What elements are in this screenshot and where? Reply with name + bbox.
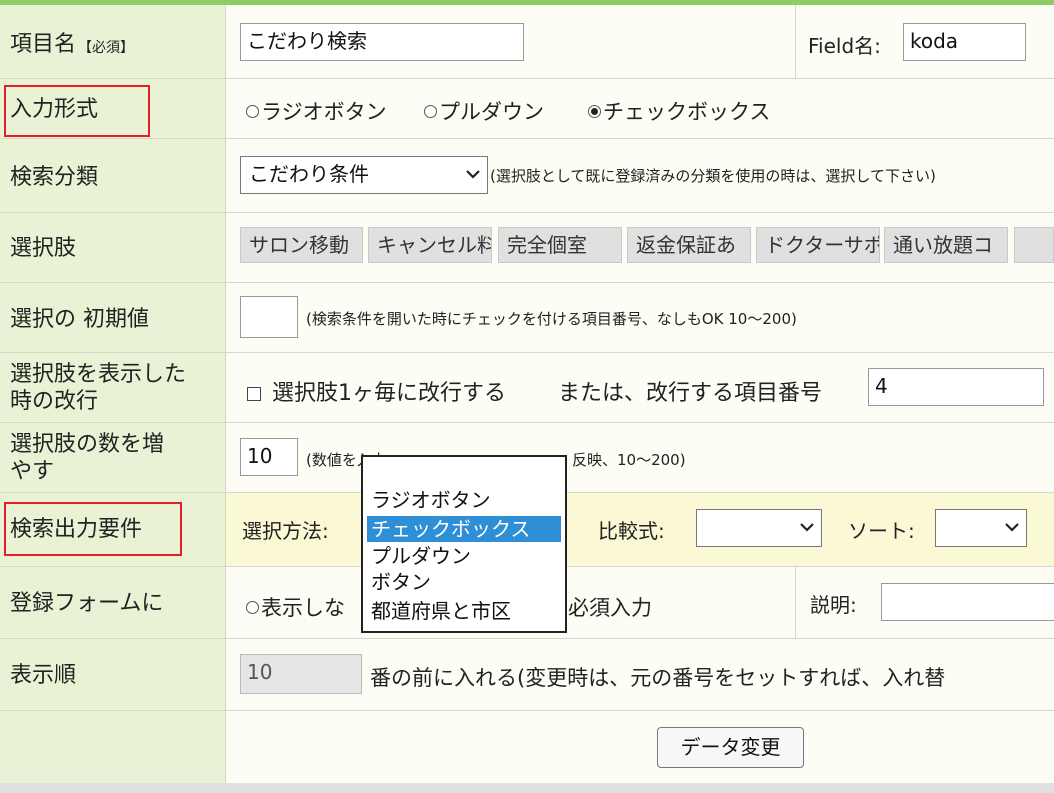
description-label: 説明: [810, 593, 857, 617]
highlight-box-input-type [4, 85, 150, 137]
choice-tag[interactable]: ドクターサポ [756, 227, 880, 263]
display-order-label: 表示順 [10, 663, 77, 688]
choice-tag[interactable] [1014, 227, 1054, 263]
row-initial-value: 選択の 初期値 (検索条件を開いた時にチェックを付ける項目番号、なしもOK 10… [0, 283, 1054, 353]
radio-option-hide[interactable]: 表示しな [246, 592, 345, 622]
linebreak-checkbox-label: 選択肢1ヶ毎に改行する [272, 381, 506, 406]
display-order-input[interactable]: 10 [240, 654, 362, 694]
choice-tag[interactable]: 通い放題コ [884, 227, 1008, 263]
search-category-note: (選択肢として既に登録済みの分類を使用の時は、選択して下さい) [490, 167, 936, 185]
dropdown-option[interactable]: 都道府県と市区 [367, 598, 561, 624]
required-input-text: 必須入力 [568, 596, 652, 620]
divider [795, 5, 796, 78]
radio-option-checkbox[interactable]: チェックボックス [588, 96, 770, 126]
choice-tag[interactable]: 返金保証あ [627, 227, 751, 263]
initial-value-label: 選択の 初期値 [10, 307, 149, 332]
initial-value-note: (検索条件を開いた時にチェックを付ける項目番号、なしもOK 10～200) [306, 310, 797, 328]
field-name-input[interactable]: koda [903, 23, 1026, 61]
selection-method-dropdown[interactable]: ラジオボタン チェックボックス プルダウン ボタン 都道府県と市区 [361, 455, 567, 633]
row-search-category: 検索分類 こだわり条件 (選択肢として既に登録済みの分類を使用の時は、選択して下… [0, 139, 1054, 213]
bottom-scrollbar-area [0, 783, 1054, 793]
dropdown-option[interactable]: ボタン [367, 569, 561, 595]
value-cell: ラジオボタン プルダウン チェックボックス [226, 79, 1054, 138]
radio-selected-icon [588, 104, 601, 118]
row-input-type: 入力形式 ラジオボタン プルダウン チェックボックス [0, 79, 1054, 139]
value-cell: 選択肢1ヶ毎に改行する または、改行する項目番号 4 [226, 353, 1054, 422]
choice-tag[interactable]: キャンセル料 [368, 227, 492, 263]
label-cell: 選択肢 [0, 213, 226, 282]
value-cell: こだわり条件 (選択肢として既に登録済みの分類を使用の時は、選択して下さい) [226, 139, 1054, 212]
linebreak-label-line2: 時の改行 [10, 389, 99, 414]
linebreak-or-text: または、改行する項目番号 [558, 381, 823, 406]
label-cell: 選択肢の数を増 やす [0, 423, 226, 492]
compare-label: 比較式: [598, 519, 665, 543]
increase-note-right: 反映、10～200) [572, 451, 686, 469]
linebreak-label-line1: 選択肢を表示した [10, 362, 187, 387]
data-change-button[interactable]: データ変更 [657, 727, 804, 768]
linebreak-checkbox[interactable] [247, 387, 261, 401]
radio-circle-icon [246, 600, 259, 614]
choice-tag[interactable]: サロン移動 [240, 227, 363, 263]
label-cell: 検索分類 [0, 139, 226, 212]
display-order-note: 番の前に入れる(変更時は、元の番号をセットすれば、入れ替 [370, 666, 946, 690]
radio-option-pulldown[interactable]: プルダウン [424, 96, 544, 126]
search-category-label: 検索分類 [10, 165, 99, 190]
value-cell: 表示しな 必須入力 説明: [226, 567, 1054, 638]
linebreak-number-input[interactable]: 4 [868, 368, 1044, 406]
label-cell: 登録フォームに [0, 567, 226, 638]
radio-option-radio[interactable]: ラジオボタン [246, 96, 387, 126]
label-cell: 表示順 [0, 639, 226, 710]
increase-label-line2: やす [10, 459, 55, 484]
value-cell: (検索条件を開いた時にチェックを付ける項目番号、なしもOK 10～200) [226, 283, 1054, 352]
value-cell: 10 番の前に入れる(変更時は、元の番号をセットすれば、入れ替 [226, 639, 1054, 710]
row-linebreak: 選択肢を表示した 時の改行 選択肢1ヶ毎に改行する または、改行する項目番号 4 [0, 353, 1054, 423]
label-cell [0, 711, 226, 783]
initial-value-input[interactable] [240, 296, 298, 338]
sort-label: ソート: [848, 519, 915, 543]
choice-tag[interactable]: 完全個室 [498, 227, 622, 263]
value-cell: 10 (数値を入力 反映、10～200) [226, 423, 1054, 492]
search-category-select[interactable]: こだわり条件 [240, 156, 488, 194]
row-submit [0, 711, 1054, 783]
field-name-label: Field名: [808, 34, 881, 58]
increase-count-input[interactable]: 10 [240, 438, 298, 476]
choices-label: 選択肢 [10, 236, 77, 261]
divider [795, 567, 796, 638]
selection-method-label: 選択方法: [242, 519, 329, 543]
compare-select[interactable] [696, 509, 822, 547]
item-name-label: 項目名 [10, 32, 77, 57]
label-cell: 項目名 【必須】 [0, 5, 226, 78]
chevron-down-icon [800, 523, 814, 532]
register-form-label: 登録フォームに [10, 591, 164, 616]
chevron-down-icon [1005, 523, 1019, 532]
value-cell [226, 711, 1054, 783]
sort-select[interactable] [935, 509, 1027, 547]
dropdown-option[interactable]: プルダウン [367, 543, 561, 569]
highlight-box-output-req [4, 502, 182, 556]
radio-circle-icon [246, 104, 259, 118]
chevron-down-icon [466, 170, 480, 179]
dropdown-option[interactable]: ラジオボタン [367, 487, 561, 513]
radio-circle-icon [424, 104, 437, 118]
label-cell: 選択肢を表示した 時の改行 [0, 353, 226, 422]
row-item-name: 項目名 【必須】 こだわり検索 Field名: koda [0, 5, 1054, 79]
required-badge: 【必須】 [78, 40, 134, 56]
value-cell: こだわり検索 Field名: koda [226, 5, 1054, 78]
value-cell: 選択方法: 比較式: ソート: [226, 493, 1054, 566]
description-input[interactable] [881, 583, 1054, 621]
item-name-input[interactable]: こだわり検索 [240, 23, 524, 61]
row-display-order: 表示順 10 番の前に入れる(変更時は、元の番号をセットすれば、入れ替 [0, 639, 1054, 711]
label-cell: 選択の 初期値 [0, 283, 226, 352]
increase-label-line1: 選択肢の数を増 [10, 432, 165, 457]
dropdown-option-highlighted[interactable]: チェックボックス [367, 516, 561, 542]
